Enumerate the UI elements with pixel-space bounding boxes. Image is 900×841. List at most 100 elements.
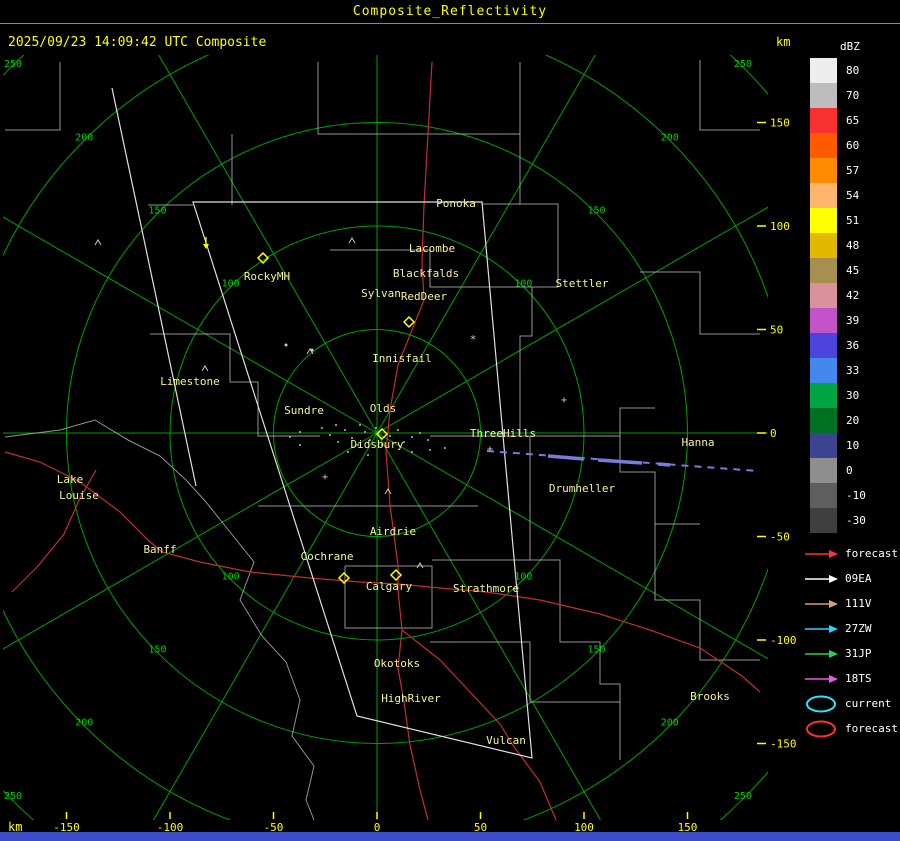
county-boundary [654,524,760,661]
echo-dot [418,431,422,435]
highway-line [401,629,557,820]
dbz-scale-entry: -10 [800,483,900,508]
legend-item: 31JP [804,641,900,666]
dbz-swatch [810,483,837,508]
range-ring [3,55,768,820]
city-label: Okotoks [374,657,420,670]
city-label: Sylvan [361,287,401,300]
county-boundary [519,62,559,435]
legend-item: forecast [804,716,900,741]
dbz-swatch [810,183,837,208]
legend-label: 111V [845,597,872,610]
dbz-scale-entry: 54 [800,183,900,208]
map-layers: * + + + [3,55,768,820]
titlebar: Composite_Reflectivity [0,0,900,24]
echo-dot [366,453,370,457]
range-label: 150 [148,205,166,216]
right-axis-label: 150 [770,117,790,130]
right-axis-label: 50 [770,324,783,337]
dbz-scale-entry: 65 [800,108,900,133]
echo-dot [358,423,362,427]
dbz-scale-entry: 51 [800,208,900,233]
dbz-swatch [810,333,837,358]
radar-site-icon [389,568,403,582]
obs-caret-icon [201,365,209,372]
city-label: Cochrane [301,550,354,563]
right-axis-label: 0 [770,427,777,440]
echo-dot [410,450,414,454]
dbz-scale-entry: 60 [800,133,900,158]
track-arrow-icon [805,674,838,683]
track-ellipse-icon [806,720,836,737]
dbz-scale-entry: 30 [800,383,900,408]
legend-item: 27ZW [804,616,900,641]
dbz-scale-panel: dBZ 80 70 65 60 57 54 51 48 45 42 39 36 33 30 20 10 0 -10… [800,40,900,741]
city-label: Airdrie [370,525,416,538]
dbz-scale-entry: 39 [800,308,900,333]
dbz-scale-entry: 42 [800,283,900,308]
dbz-swatch [810,408,837,433]
legend-item: 18TS [804,666,900,691]
city-label: RedDeer [401,290,448,303]
county-boundary [4,419,315,820]
city-label: Strathmore [453,582,519,595]
track-legend: forecast 09EA 111V 27ZW 31JP 18TS current forec… [800,541,900,741]
timestamp: 2025/09/23 14:09:42 UTC Composite [8,35,267,50]
city-label: Sundre [284,404,324,417]
obs-caret-icon [94,239,102,246]
track-ellipse-icon [806,695,836,712]
dbz-value: 65 [846,114,860,127]
city-label: Louise [59,489,99,502]
dbz-swatch [810,383,837,408]
city-label: Lake [57,473,84,486]
dbz-value: 54 [846,189,860,202]
city-label: RockyMH [244,270,290,283]
legend-item: current [804,691,900,716]
legend-label: 18TS [845,672,872,685]
dbz-value: -30 [846,514,866,527]
dbz-value: 51 [846,214,860,227]
legend-item: forecast [804,541,900,566]
radar-app: * + + + Ponoka Lacombe Blackfalds RedDeer Sylvan… [0,0,900,841]
county-boundary [619,436,700,525]
window-title: Composite_Reflectivity [352,4,548,19]
obs-caret-icon [384,488,392,495]
track-arrow-icon [805,624,838,633]
obs-dot-icon [310,348,314,352]
city-label: Limestone [160,375,220,388]
range-label: 250 [734,791,752,802]
track-arrow-icon [805,649,838,658]
dbz-swatch [810,133,837,158]
dbz-scale-rows: 80 70 65 60 57 54 51 48 45 42 39 36 33 30 20 10 0 -10 -30 [800,58,900,533]
highway-line [4,451,761,693]
city-label: Drumheller [549,482,616,495]
range-label: 100 [514,571,532,582]
echo-dot [334,423,338,427]
city-label: HighRiver [381,692,441,705]
dbz-swatch [810,433,837,458]
echo-dot [428,448,432,452]
dbz-scale-entry: 10 [800,433,900,458]
dbz-value: 0 [846,464,853,477]
dbz-swatch [810,83,837,108]
dbz-value: 33 [846,364,860,377]
echo-dot [396,428,400,432]
legend-label: current [845,697,892,710]
county-boundary [699,60,760,131]
legend-label: 31JP [845,647,872,660]
city-label: Banff [143,543,176,556]
obs-caret-icon [348,237,356,244]
obs-asterisk-icon: * [470,333,477,346]
dbz-value: 57 [846,164,860,177]
county-boundary [317,62,520,135]
dbz-swatch [810,458,837,483]
dbz-swatch [810,358,837,383]
range-label: 250 [734,59,752,70]
dbz-swatch [810,58,837,83]
city-label: Vulcan [486,734,526,747]
echo-dot [336,440,340,444]
radar-map[interactable]: * + + + Ponoka Lacombe Blackfalds RedDeerSylvan… [0,0,900,841]
city-label: Stettler [556,277,609,290]
dbz-scale-entry: 0 [800,458,900,483]
county-boundary [5,62,61,131]
